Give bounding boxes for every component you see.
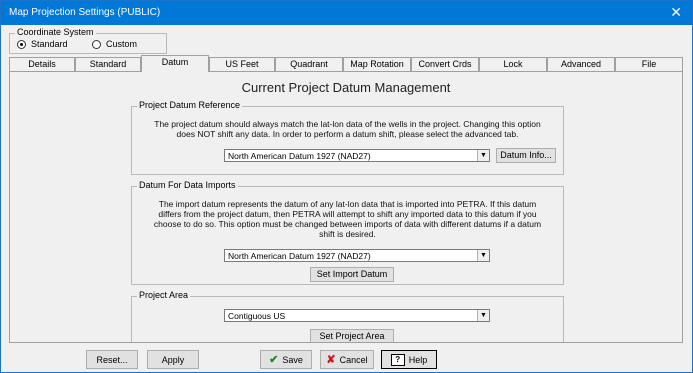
title-bar: Map Projection Settings (PUBLIC) ✕ [1,1,692,25]
tab-quadrant[interactable]: Quadrant [275,57,343,71]
window-title: Map Projection Settings (PUBLIC) [9,7,161,18]
coordinate-system-group: Coordinate System Standard Custom [9,27,167,54]
cancel-label: Cancel [339,354,368,365]
tab-lock[interactable]: Lock [479,57,547,71]
chevron-down-icon[interactable]: ▼ [477,150,489,161]
chevron-down-icon[interactable]: ▼ [477,250,489,261]
project-datum-label: Project Datum Reference [137,100,243,110]
project-datum-group: Project Datum Reference The project datu… [131,100,564,175]
apply-label: Apply [161,354,185,365]
set-project-area-button[interactable]: Set Project Area [310,329,394,342]
project-area-value: Contiguous US [228,311,286,321]
tab-convert-crds[interactable]: Convert Crds [411,57,479,71]
radio-custom[interactable]: Custom [92,39,137,49]
help-icon: ? [390,353,405,366]
save-button[interactable]: ✔ Save [260,350,312,369]
save-label: Save [282,354,303,365]
coordinate-system-label: Coordinate System [15,27,96,37]
import-datum-group: Datum For Data Imports The import datum … [131,180,564,285]
datum-info-button[interactable]: Datum Info... [496,148,556,163]
help-label: Help [408,354,428,365]
close-icon[interactable]: ✕ [670,4,682,21]
tab-details[interactable]: Details [9,57,75,71]
project-datum-select[interactable]: North American Datum 1927 (NAD27) ▼ [224,149,490,162]
set-import-datum-button[interactable]: Set Import Datum [310,267,394,282]
page-title: Current Project Datum Management [241,80,451,95]
reset-label: Reset... [96,354,128,365]
radio-standard-label: Standard [31,39,68,49]
import-datum-select[interactable]: North American Datum 1927 (NAD27) ▼ [224,249,490,262]
import-datum-label: Datum For Data Imports [137,180,238,190]
project-area-select[interactable]: Contiguous US ▼ [224,309,490,322]
project-datum-value: North American Datum 1927 (NAD27) [228,151,371,161]
tab-standard[interactable]: Standard [75,57,141,71]
radio-unselected-icon [92,39,101,49]
tab-file[interactable]: File [615,57,683,71]
project-area-label: Project Area [137,290,191,300]
cancel-x-icon: ✘ [326,354,336,366]
tab-advanced[interactable]: Advanced [547,57,615,71]
help-button[interactable]: ? Help [381,350,437,369]
datum-panel: Current Project Datum Management Project… [9,71,683,343]
reset-button[interactable]: Reset... [86,350,138,369]
tab-map-rotation[interactable]: Map Rotation [343,57,411,71]
tab-datum[interactable]: Datum [141,55,209,72]
radio-selected-icon [17,39,26,49]
map-projection-window: Map Projection Settings (PUBLIC) ✕ Coord… [0,0,693,373]
check-icon: ✔ [269,354,279,366]
project-area-group: Project Area Contiguous US ▼ Set Project… [131,290,564,342]
tab-us-feet[interactable]: US Feet [209,57,275,71]
chevron-down-icon[interactable]: ▼ [477,310,489,321]
radio-custom-label: Custom [106,39,138,49]
import-datum-description: The import datum represents the datum of… [153,199,542,239]
project-datum-description: The project datum should always match th… [154,119,541,139]
import-datum-value: North American Datum 1927 (NAD27) [228,251,371,261]
tab-strip: Details Standard Datum US Feet Quadrant … [9,55,683,72]
cancel-button[interactable]: ✘ Cancel [320,350,374,369]
apply-button[interactable]: Apply [147,350,199,369]
radio-standard[interactable]: Standard [17,39,68,49]
